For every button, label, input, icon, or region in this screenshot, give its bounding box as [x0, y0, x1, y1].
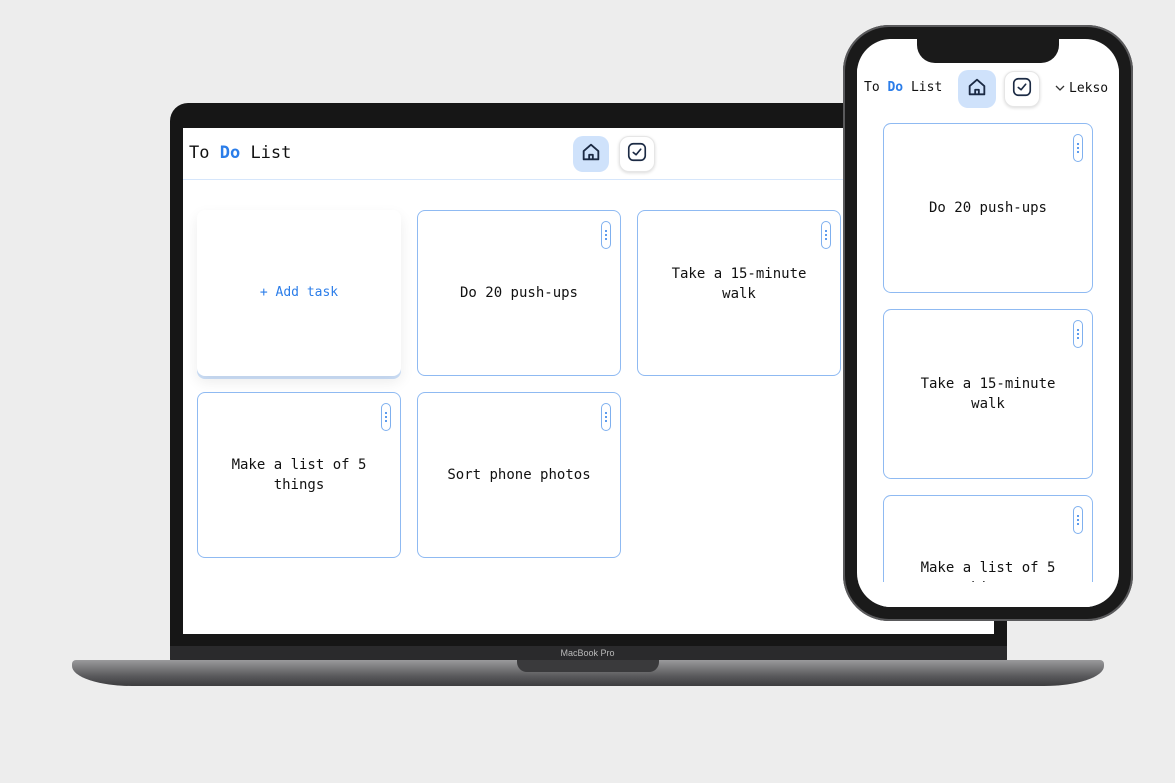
more-vertical-icon — [825, 230, 827, 232]
task-card[interactable]: Take a 15-minute walk — [637, 210, 841, 376]
user-name: Lekso — [1069, 81, 1109, 96]
add-task-label: + Add task — [259, 284, 339, 300]
mobile-app-header: To Do List Lekso — [857, 67, 1119, 111]
more-options-button[interactable] — [601, 403, 611, 431]
more-options-button[interactable] — [1073, 320, 1083, 348]
home-icon — [966, 76, 988, 102]
task-title: Sort phone photos — [447, 466, 591, 483]
mobile-app-window: To Do List Lekso Do 20 push-ups Take a 1… — [857, 39, 1119, 607]
check-square-icon — [1011, 76, 1033, 102]
laptop-model-label: MacBook Pro — [560, 648, 615, 658]
app-title-accent: Do — [887, 80, 904, 95]
laptop-notch — [517, 660, 659, 672]
chevron-down-icon — [1055, 81, 1065, 96]
user-menu[interactable]: Lekso — [1055, 81, 1108, 96]
nav-tasks-button[interactable] — [1004, 71, 1040, 107]
more-vertical-icon — [1077, 143, 1079, 145]
nav-home-button[interactable] — [573, 136, 609, 172]
task-title: Do 20 push-ups — [459, 284, 578, 301]
app-title-suffix: List — [903, 80, 943, 95]
app-title-accent: Do — [219, 143, 241, 163]
more-vertical-icon — [605, 230, 607, 232]
nav-home-button[interactable] — [958, 70, 996, 108]
nav-tasks-button[interactable] — [619, 136, 655, 172]
more-options-button[interactable] — [1073, 506, 1083, 534]
task-card[interactable]: Make a list of 5 things — [197, 392, 401, 558]
task-card[interactable]: Do 20 push-ups — [883, 123, 1093, 293]
app-title: To Do List — [189, 143, 291, 163]
more-options-button[interactable] — [1073, 134, 1083, 162]
phone-notch — [917, 39, 1059, 63]
more-vertical-icon — [1077, 515, 1079, 517]
mobile-app-title: To Do List — [864, 80, 942, 95]
add-task-card[interactable]: + Add task — [197, 210, 401, 376]
more-vertical-icon — [385, 412, 387, 414]
app-title-suffix: List — [240, 143, 292, 163]
task-title: Take a 15-minute walk — [920, 375, 1056, 412]
task-card[interactable]: Sort phone photos — [417, 392, 621, 558]
more-vertical-icon — [605, 412, 607, 414]
more-options-button[interactable] — [381, 403, 391, 431]
home-icon — [580, 141, 602, 167]
task-title: Take a 15-minute walk — [671, 265, 807, 302]
more-vertical-icon — [1077, 329, 1079, 331]
app-title-prefix: To — [864, 80, 888, 95]
check-square-icon — [626, 141, 648, 167]
phone-bottom-area — [857, 582, 1119, 607]
task-card[interactable]: Do 20 push-ups — [417, 210, 621, 376]
app-title-prefix: To — [189, 143, 220, 163]
task-card[interactable]: Take a 15-minute walk — [883, 309, 1093, 479]
more-options-button[interactable] — [821, 221, 831, 249]
task-title: Do 20 push-ups — [928, 199, 1047, 216]
task-title: Make a list of 5 things — [231, 456, 367, 493]
more-options-button[interactable] — [601, 221, 611, 249]
